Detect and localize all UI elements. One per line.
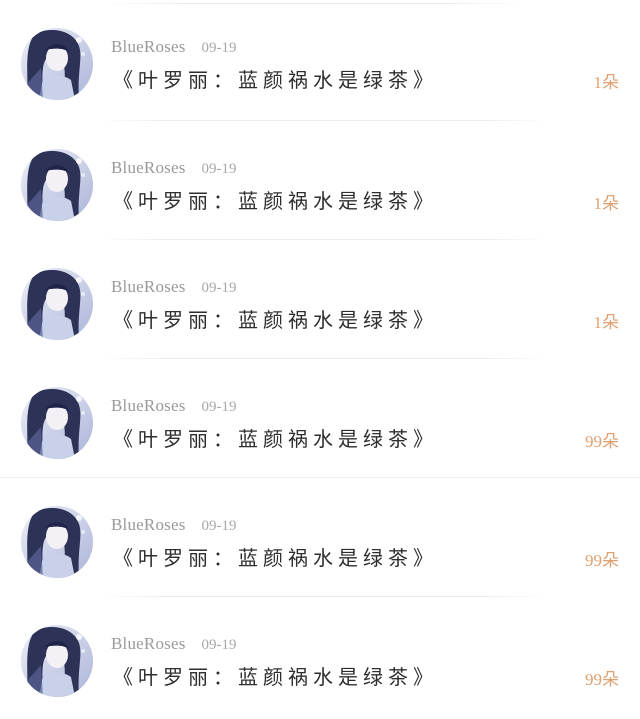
flower-count: 1朵 <box>593 73 620 92</box>
username[interactable]: BlueRoses <box>111 396 186 416</box>
username[interactable]: BlueRoses <box>111 277 186 297</box>
avatar[interactable] <box>21 28 93 100</box>
date: 09-19 <box>201 518 237 534</box>
flower-count: 99朵 <box>585 670 619 689</box>
list-item[interactable]: BlueRoses 09-19 《叶罗丽：蓝颜祸水是绿茶》 1朵 <box>0 0 640 121</box>
list-item[interactable]: BlueRoses 09-19 《叶罗丽：蓝颜祸水是绿茶》 99朵 <box>0 478 640 597</box>
item-meta: BlueRoses 09-19 <box>111 37 237 59</box>
username[interactable]: BlueRoses <box>111 37 186 57</box>
book-title[interactable]: 《叶罗丽：蓝颜祸水是绿茶》 <box>113 64 438 93</box>
anime-girl-avatar-icon <box>21 387 93 459</box>
date: 09-19 <box>201 161 237 177</box>
item-meta: BlueRoses 09-19 <box>111 158 237 180</box>
item-meta: BlueRoses 09-19 <box>111 515 237 537</box>
book-title[interactable]: 《叶罗丽：蓝颜祸水是绿茶》 <box>113 661 438 690</box>
flower-count: 99朵 <box>585 432 619 451</box>
list-item[interactable]: BlueRoses 09-19 《叶罗丽：蓝颜祸水是绿茶》 1朵 <box>0 121 640 240</box>
anime-girl-avatar-icon <box>21 28 93 100</box>
anime-girl-avatar-icon <box>21 625 93 697</box>
avatar[interactable] <box>21 149 93 221</box>
list-item[interactable]: BlueRoses 09-19 《叶罗丽：蓝颜祸水是绿茶》 99朵 <box>0 359 640 478</box>
username[interactable]: BlueRoses <box>111 158 186 178</box>
date: 09-19 <box>201 399 237 415</box>
date: 09-19 <box>201 40 237 56</box>
avatar[interactable] <box>21 268 93 340</box>
item-meta: BlueRoses 09-19 <box>111 277 237 299</box>
list-item[interactable]: BlueRoses 09-19 《叶罗丽：蓝颜祸水是绿茶》 1朵 <box>0 240 640 359</box>
anime-girl-avatar-icon <box>21 149 93 221</box>
item-meta: BlueRoses 09-19 <box>111 396 237 418</box>
book-title[interactable]: 《叶罗丽：蓝颜祸水是绿茶》 <box>113 423 438 452</box>
username[interactable]: BlueRoses <box>111 634 186 654</box>
avatar[interactable] <box>21 625 93 697</box>
book-title[interactable]: 《叶罗丽：蓝颜祸水是绿茶》 <box>113 185 438 214</box>
avatar[interactable] <box>21 506 93 578</box>
flower-count: 1朵 <box>593 313 620 332</box>
date: 09-19 <box>201 280 237 296</box>
book-title[interactable]: 《叶罗丽：蓝颜祸水是绿茶》 <box>113 542 438 571</box>
item-meta: BlueRoses 09-19 <box>111 634 237 656</box>
flower-count: 99朵 <box>585 551 619 570</box>
book-title[interactable]: 《叶罗丽：蓝颜祸水是绿茶》 <box>113 304 438 333</box>
list-item[interactable]: BlueRoses 09-19 《叶罗丽：蓝颜祸水是绿茶》 99朵 <box>0 597 640 716</box>
username[interactable]: BlueRoses <box>111 515 186 535</box>
gift-record-list: BlueRoses 09-19 《叶罗丽：蓝颜祸水是绿茶》 1朵 BlueRos… <box>0 0 640 716</box>
anime-girl-avatar-icon <box>21 506 93 578</box>
date: 09-19 <box>201 637 237 653</box>
flower-count: 1朵 <box>593 194 620 213</box>
avatar[interactable] <box>21 387 93 459</box>
anime-girl-avatar-icon <box>21 268 93 340</box>
